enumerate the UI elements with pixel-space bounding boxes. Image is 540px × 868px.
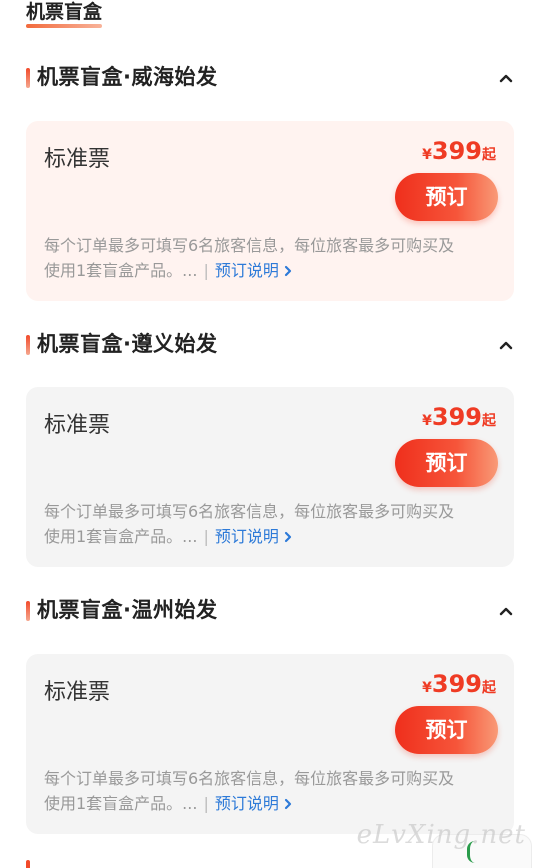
desc-line-2: 使用1套盲盒产品。...	[44, 261, 198, 280]
section-zunyi: 机票盲盒·遵义始发 标准票 ¥399起 预订 每个订单最多可填写6名旅客信息，每…	[0, 327, 540, 567]
book-button[interactable]: 预订	[395, 173, 498, 221]
section-title: 机票盲盒·遵义始发	[37, 332, 218, 356]
booking-description: 每个订单最多可填写6名旅客信息，每位旅客最多可购买及 使用1套盲盒产品。... |…	[44, 499, 500, 549]
ticket-card: 标准票 ¥399起 预订 每个订单最多可填写6名旅客信息，每位旅客最多可购买及 …	[26, 387, 514, 567]
price-suffix: 起	[482, 147, 496, 163]
price-currency: ¥	[422, 680, 432, 696]
price-currency: ¥	[422, 147, 432, 163]
ticket-name: 标准票	[44, 413, 111, 438]
desc-line-2: 使用1套盲盒产品。...	[44, 794, 198, 813]
desc-separator: |	[203, 794, 209, 813]
book-button[interactable]: 预订	[395, 439, 498, 487]
desc-line-2-row: 使用1套盲盒产品。... | 预订说明	[44, 791, 500, 816]
booking-description: 每个订单最多可填写6名旅客信息，每位旅客最多可购买及 使用1套盲盒产品。... |…	[44, 233, 500, 283]
price: ¥399起	[422, 137, 496, 169]
desc-line-1: 每个订单最多可填写6名旅客信息，每位旅客最多可购买及	[44, 769, 455, 788]
desc-line-1: 每个订单最多可填写6名旅客信息，每位旅客最多可购买及	[44, 236, 455, 255]
section-title: 机票盲盒·威海始发	[37, 65, 218, 89]
header-tab-underline	[26, 24, 102, 28]
section-header[interactable]: 机票盲盒·温州始发	[0, 593, 540, 633]
price-amount: 399	[431, 137, 482, 165]
desc-line-2-row: 使用1套盲盒产品。... | 预订说明	[44, 524, 500, 549]
ticket-card: 标准票 ¥399起 预订 每个订单最多可填写6名旅客信息，每位旅客最多可购买及 …	[26, 654, 514, 834]
desc-separator: |	[203, 261, 209, 280]
chevron-up-icon[interactable]	[498, 603, 514, 619]
booking-notes-link[interactable]: 预订说明	[215, 794, 279, 813]
chevron-up-icon[interactable]	[498, 337, 514, 353]
ticket-name: 标准票	[44, 680, 111, 705]
price-suffix: 起	[482, 680, 496, 696]
section-accent-bar	[26, 335, 30, 355]
section-accent-bar	[26, 68, 30, 88]
section-header[interactable]: 机票盲盒·威海始发	[0, 60, 540, 100]
chevron-right-icon[interactable]	[283, 531, 293, 543]
section-header[interactable]: 机票盲盒·遵义始发	[0, 327, 540, 367]
price: ¥399起	[422, 670, 496, 702]
page: 机票盲盒 机票盲盒·威海始发 标准票 ¥399起 预订 每个订单最多可填写6名旅…	[0, 0, 540, 868]
price-amount: 399	[431, 403, 482, 431]
watermark: eLvXing.net	[356, 820, 526, 850]
price: ¥399起	[422, 403, 496, 435]
ticket-name: 标准票	[44, 147, 111, 172]
booking-notes-link[interactable]: 预订说明	[215, 261, 279, 280]
book-button[interactable]: 预订	[395, 706, 498, 754]
desc-line-1: 每个订单最多可填写6名旅客信息，每位旅客最多可购买及	[44, 502, 455, 521]
price-amount: 399	[431, 670, 482, 698]
desc-line-2: 使用1套盲盒产品。...	[44, 527, 198, 546]
desc-line-2-row: 使用1套盲盒产品。... | 预订说明	[44, 258, 500, 283]
desc-separator: |	[203, 527, 209, 546]
section-title: 机票盲盒·温州始发	[37, 598, 218, 622]
chevron-right-icon[interactable]	[283, 798, 293, 810]
section-wenzhou: 机票盲盒·温州始发 标准票 ¥399起 预订 每个订单最多可填写6名旅客信息，每…	[0, 593, 540, 834]
ticket-card: 标准票 ¥399起 预订 每个订单最多可填写6名旅客信息，每位旅客最多可购买及 …	[26, 121, 514, 301]
section-accent-bar	[26, 601, 30, 621]
price-suffix: 起	[482, 413, 496, 429]
next-section-accent-bar	[26, 860, 30, 868]
price-currency: ¥	[422, 413, 432, 429]
chevron-right-icon[interactable]	[283, 265, 293, 277]
booking-notes-link[interactable]: 预订说明	[215, 527, 279, 546]
section-weihai: 机票盲盒·威海始发 标准票 ¥399起 预订 每个订单最多可填写6名旅客信息，每…	[0, 60, 540, 301]
chevron-up-icon[interactable]	[498, 70, 514, 86]
booking-description: 每个订单最多可填写6名旅客信息，每位旅客最多可购买及 使用1套盲盒产品。... |…	[44, 766, 500, 816]
